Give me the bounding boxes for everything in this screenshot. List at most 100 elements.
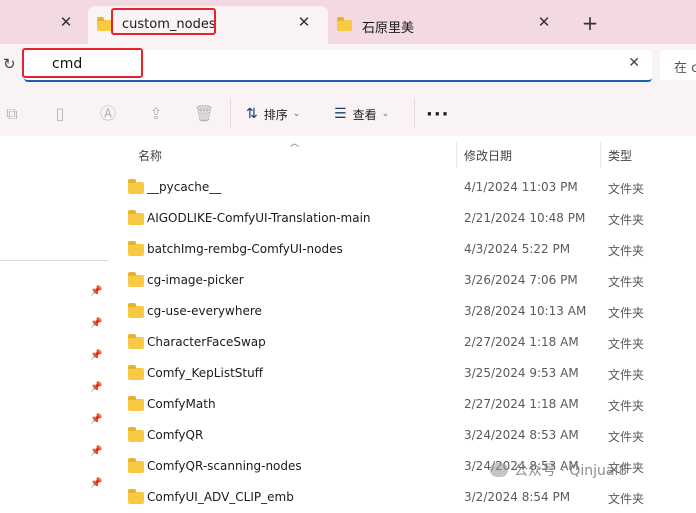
- file-date: 3/25/2024 9:53 AM: [464, 366, 579, 380]
- clear-icon[interactable]: ✕: [628, 55, 640, 71]
- file-name: AIGODLIKE-ComfyUI-Translation-main: [147, 211, 371, 225]
- watermark-text: 公众号 · Qinjuai8: [514, 463, 628, 479]
- file-type: 文件夹: [608, 306, 645, 320]
- file-type: 文件夹: [608, 368, 645, 382]
- file-date: 3/28/2024 10:13 AM: [464, 304, 587, 318]
- close-tab-icon[interactable]: ✕: [294, 12, 314, 32]
- sort-up-icon: ︿: [290, 139, 300, 149]
- file-name: Comfy_KepListStuff: [147, 366, 263, 380]
- address-highlight-box: [22, 48, 143, 78]
- folder-icon: [128, 427, 144, 442]
- close-tab-icon[interactable]: ✕: [56, 12, 76, 32]
- tab-bar: ✕ custom_nodes ✕ 石原里美 ✕ +: [0, 0, 696, 44]
- tab-shiyuan[interactable]: 石原里美 ✕: [328, 6, 566, 44]
- file-name: ComfyUI_ADV_CLIP_emb: [147, 490, 294, 504]
- pin-icon[interactable]: 📌: [90, 478, 102, 490]
- sort-icon: ⇅: [246, 106, 258, 122]
- file-row[interactable]: AIGODLIKE-ComfyUI-Translation-main 2/21/…: [108, 203, 696, 234]
- view-icon: ☰: [334, 106, 347, 122]
- chevron-down-icon: ⌄: [381, 109, 390, 119]
- pin-icon[interactable]: 📌: [90, 318, 102, 330]
- file-row[interactable]: __pycache__ 4/1/2024 11:03 PM 文件夹: [108, 172, 696, 203]
- close-tab-icon[interactable]: ✕: [534, 12, 554, 32]
- file-name: CharacterFaceSwap: [147, 335, 266, 349]
- column-divider[interactable]: [456, 142, 457, 168]
- paste-icon[interactable]: ▯: [50, 104, 70, 124]
- pin-icon[interactable]: 📌: [90, 350, 102, 362]
- file-date: 4/1/2024 11:03 PM: [464, 180, 578, 194]
- folder-icon: [128, 241, 144, 256]
- folder-icon: [128, 272, 144, 287]
- column-header-type[interactable]: 类型: [608, 147, 632, 164]
- folder-icon: [337, 17, 352, 31]
- file-type: 文件夹: [608, 399, 645, 413]
- wechat-logo-icon: [490, 463, 508, 477]
- file-date: 4/3/2024 5:22 PM: [464, 242, 571, 256]
- chevron-down-icon: ⌄: [292, 109, 301, 119]
- file-date: 3/24/2024 8:53 AM: [464, 428, 579, 442]
- column-divider[interactable]: [600, 142, 601, 168]
- refresh-icon[interactable]: ↻: [3, 55, 16, 73]
- file-row[interactable]: batchImg-rembg-ComfyUI-nodes 4/3/2024 5:…: [108, 234, 696, 265]
- new-tab-button[interactable]: +: [578, 12, 602, 34]
- view-button[interactable]: ☰ 查看 ⌄: [334, 101, 389, 127]
- rename-icon[interactable]: Ⓐ: [98, 104, 118, 124]
- file-type: 文件夹: [608, 430, 645, 444]
- folder-icon: [128, 179, 144, 194]
- file-type: 文件夹: [608, 337, 645, 351]
- delete-icon[interactable]: 🗑: [194, 104, 214, 124]
- more-options-button[interactable]: ···: [426, 104, 450, 125]
- folder-icon: [128, 210, 144, 225]
- folder-icon: [97, 17, 112, 31]
- sort-button[interactable]: ⇅ 排序 ⌄: [246, 101, 300, 127]
- pin-icon[interactable]: 📌: [90, 286, 102, 298]
- file-row[interactable]: cg-use-everywhere 3/28/2024 10:13 AM 文件夹: [108, 296, 696, 327]
- pin-icon[interactable]: 📌: [90, 382, 102, 394]
- navigation-pane: 📌 📌 📌 📌 📌 📌 📌: [0, 136, 108, 501]
- file-row[interactable]: cg-image-picker 3/26/2024 7:06 PM 文件夹: [108, 265, 696, 296]
- file-name: ComfyQR: [147, 428, 204, 442]
- nav-divider: [0, 260, 108, 261]
- tab-title: 石原里美: [362, 21, 415, 36]
- folder-icon: [128, 334, 144, 349]
- watermark: 公众号 · Qinjuai8: [490, 460, 627, 480]
- column-header-date[interactable]: 修改日期: [464, 147, 512, 164]
- folder-icon: [128, 489, 144, 504]
- tab-highlight-box: [111, 8, 216, 35]
- column-header-row: ︿ 名称 修改日期 类型: [108, 139, 696, 168]
- command-bar: ⧉ ▯ Ⓐ ⇪ 🗑 ⇅ 排序 ⌄ ☰ 查看 ⌄ ···: [0, 92, 696, 136]
- file-type: 文件夹: [608, 492, 645, 506]
- column-header-name[interactable]: 名称: [138, 147, 162, 164]
- file-row[interactable]: Comfy_KepListStuff 3/25/2024 9:53 AM 文件夹: [108, 358, 696, 389]
- folder-icon: [128, 396, 144, 411]
- toolbar-divider: [414, 98, 415, 128]
- search-input[interactable]: 在 c: [674, 57, 696, 76]
- folder-icon: [128, 365, 144, 380]
- file-name: cg-image-picker: [147, 273, 244, 287]
- file-row[interactable]: ComfyUI_ADV_CLIP_emb 3/2/2024 8:54 PM 文件…: [108, 482, 696, 513]
- file-row[interactable]: CharacterFaceSwap 2/27/2024 1:18 AM 文件夹: [108, 327, 696, 358]
- file-type: 文件夹: [608, 182, 645, 196]
- toolbar-divider: [230, 98, 231, 128]
- file-name: __pycache__: [147, 180, 222, 194]
- share-icon[interactable]: ⇪: [146, 104, 166, 124]
- file-name: ComfyQR-scanning-nodes: [147, 459, 302, 473]
- copy-icon[interactable]: ⧉: [2, 104, 22, 124]
- file-date: 2/27/2024 1:18 AM: [464, 397, 579, 411]
- file-row[interactable]: ComfyMath 2/27/2024 1:18 AM 文件夹: [108, 389, 696, 420]
- file-type: 文件夹: [608, 244, 645, 258]
- view-label: 查看: [352, 107, 377, 122]
- pin-icon[interactable]: 📌: [90, 414, 102, 426]
- file-name: cg-use-everywhere: [147, 304, 262, 318]
- file-date: 3/2/2024 8:54 PM: [464, 490, 571, 504]
- file-date: 2/21/2024 10:48 PM: [464, 211, 586, 225]
- search-box[interactable]: 在 c: [660, 50, 696, 80]
- folder-icon: [128, 303, 144, 318]
- file-type: 文件夹: [608, 213, 645, 227]
- file-name: ComfyMath: [147, 397, 216, 411]
- file-type: 文件夹: [608, 275, 645, 289]
- file-name: batchImg-rembg-ComfyUI-nodes: [147, 242, 343, 256]
- pin-icon[interactable]: 📌: [90, 446, 102, 458]
- folder-icon: [128, 458, 144, 473]
- file-row[interactable]: ComfyQR 3/24/2024 8:53 AM 文件夹: [108, 420, 696, 451]
